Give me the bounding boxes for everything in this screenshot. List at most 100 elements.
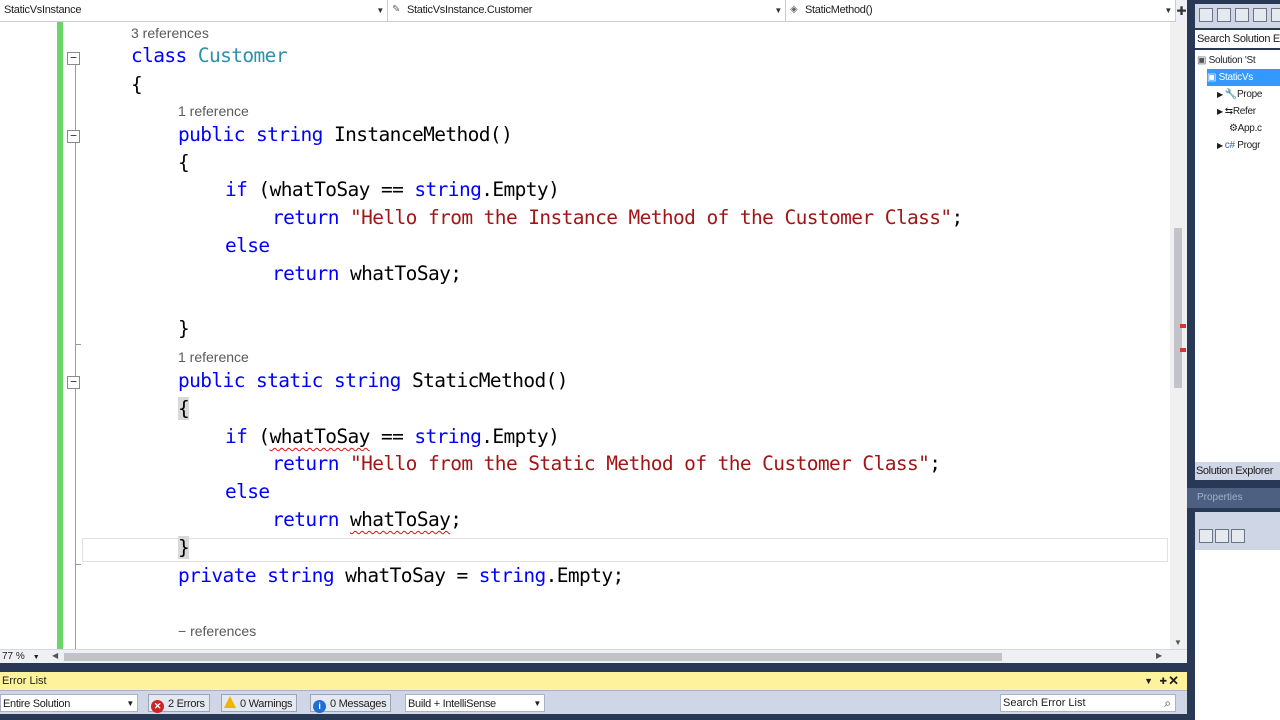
codelens-static-references[interactable]: 1 reference (178, 349, 249, 365)
split-window-button[interactable]: ✚ (1176, 0, 1187, 22)
zoom-dropdown[interactable]: 77 % ▼ (0, 650, 40, 664)
paren: ( (247, 425, 270, 448)
properties-title: Properties (1187, 488, 1280, 508)
code-line-return: return whatToSay; (272, 508, 462, 531)
error-identifier[interactable]: whatToSay (350, 508, 451, 531)
solution-explorer-tab[interactable]: Solution Explorer (1195, 462, 1280, 480)
tree-item-program[interactable]: ▶ c# Progr (1217, 137, 1261, 154)
tree-item-properties[interactable]: ▶ 🔧Prope (1217, 86, 1262, 103)
method-icon: ◈ (790, 4, 798, 15)
close-icon[interactable]: ✕ (1168, 672, 1179, 690)
property-pages-icon[interactable] (1231, 529, 1245, 543)
class-name: Customer (197, 44, 288, 67)
tree-item-project[interactable]: ▣ StaticVs (1207, 69, 1280, 86)
build-filter-dropdown[interactable]: Build + IntelliSense ▼ (405, 694, 545, 712)
class-dropdown-label: StaticVsInstance.Customer (407, 4, 533, 16)
collapse-static-method-button[interactable]: − (67, 376, 80, 389)
chevron-down-icon: ▼ (376, 6, 384, 15)
forward-icon[interactable] (1217, 8, 1231, 22)
home-icon[interactable] (1235, 8, 1249, 22)
scroll-right-icon[interactable]: ▶ (1156, 651, 1162, 660)
error-search-placeholder: Search Error List (1003, 697, 1086, 709)
horizontal-scrollbar-thumb[interactable] (64, 653, 1002, 661)
scope-label: Entire Solution (3, 698, 71, 710)
keyword-string: string (267, 564, 334, 587)
error-marker[interactable] (1180, 348, 1186, 352)
errors-filter-button[interactable]: ✕ 2 Errors (148, 694, 210, 713)
project-dropdown-label: StaticVsInstance (4, 4, 82, 16)
references-icon: ⇆ (1224, 106, 1233, 117)
class-icon: ✎ (392, 4, 401, 15)
keyword-return: return (272, 452, 339, 475)
vertical-scrollbar[interactable]: ▼ (1170, 22, 1187, 649)
keyword-static: static (255, 369, 323, 392)
chevron-down-icon: ▼ (533, 699, 541, 708)
alphabetical-icon[interactable] (1215, 529, 1229, 543)
sync-icon[interactable] (1253, 8, 1267, 22)
keyword-class: class (131, 44, 187, 67)
dropdown-icon[interactable]: ▼ (1144, 672, 1153, 690)
warnings-filter-button[interactable]: 0 Warnings (221, 694, 298, 712)
expand-icon: ▶ (1217, 141, 1225, 150)
chevron-down-icon: ▼ (32, 654, 40, 661)
member-dropdown[interactable]: ◈ StaticMethod() ▼ (786, 0, 1176, 21)
code-line-brace: { (131, 73, 143, 96)
code-editor[interactable]: − − − 3 references class Customer { 1 re… (0, 22, 1170, 649)
error-list-toolbar: Entire Solution ▼ ✕ 2 Errors 0 Warnings i… (0, 690, 1187, 714)
member-dropdown-label: StaticMethod() (805, 4, 873, 16)
semicolon: ; (450, 262, 462, 285)
code-line-return: return "Hello from the Static Method of … (272, 452, 941, 475)
collapse-instance-method-button[interactable]: − (67, 130, 80, 143)
error-identifier[interactable]: whatToSay (270, 425, 371, 448)
scrollbar-thumb[interactable] (1174, 228, 1182, 388)
code-line-static-signature: public static string StaticMethod() (178, 369, 569, 392)
identifier: whatToSay (345, 564, 446, 587)
change-tracking-bar (57, 22, 63, 649)
solution-search-input[interactable]: Search Solution E (1195, 30, 1280, 48)
code-line-instance-signature: public string InstanceMethod() (178, 123, 513, 146)
code-line-brace: } (178, 317, 190, 340)
project-dropdown[interactable]: StaticVsInstance ▼ (0, 0, 388, 21)
codelens-instance-references[interactable]: 1 reference (178, 103, 249, 119)
tree-item-label: App.c (1237, 123, 1262, 134)
build-filter-label: Build + IntelliSense (408, 698, 496, 710)
plus-icon: ✚ (1176, 4, 1187, 18)
tree-item-solution[interactable]: ▣ Solution 'St (1197, 52, 1256, 69)
error-list-title: Error List (2, 675, 47, 687)
info-icon: i (313, 700, 326, 713)
code-line-return: return whatToSay; (272, 262, 462, 285)
codelens-class-references[interactable]: 3 references (131, 25, 209, 41)
collapse-icon[interactable] (1271, 8, 1280, 22)
semicolon: ; (450, 508, 462, 531)
properties-toolbar (1195, 512, 1280, 550)
keyword-if: if (225, 178, 248, 201)
navigation-bar: StaticVsInstance ▼ ✎ StaticVsInstance.Cus… (0, 0, 1187, 22)
class-dropdown[interactable]: ✎ StaticVsInstance.Customer ▼ (388, 0, 786, 21)
pin-icon[interactable]: ✚ (1159, 672, 1167, 690)
scroll-down-icon[interactable]: ▼ (1174, 638, 1182, 647)
matched-brace: } (178, 536, 190, 559)
operator: = (445, 564, 479, 587)
code-line-else: else (225, 480, 270, 503)
error-search-input[interactable]: Search Error List ⌕ (1000, 694, 1176, 712)
categorized-icon[interactable] (1199, 529, 1213, 543)
tree-item-references[interactable]: ▶ ⇆Refer (1217, 103, 1256, 120)
codelens-field-references[interactable]: − references (178, 623, 256, 639)
collapse-class-button[interactable]: − (67, 52, 80, 65)
tree-item-label: Prope (1236, 89, 1263, 100)
tree-item-appconfig[interactable]: ⚙App.c (1229, 120, 1262, 137)
back-icon[interactable] (1199, 8, 1213, 22)
scroll-left-icon[interactable]: ◀ (52, 651, 58, 660)
keyword-return: return (272, 206, 339, 229)
string-literal: "Hello from the Instance Method of the C… (349, 206, 952, 229)
messages-filter-button[interactable]: i 0 Messages (310, 694, 392, 713)
keyword-string: string (333, 369, 401, 392)
error-marker[interactable] (1180, 324, 1186, 328)
scope-dropdown[interactable]: Entire Solution ▼ (0, 694, 138, 712)
outline-tick (75, 564, 81, 565)
current-line-highlight (82, 538, 1168, 562)
solution-tree: ▣ Solution 'St ▣ StaticVs ▶ 🔧Prope ▶ ⇆Re… (1195, 50, 1280, 462)
